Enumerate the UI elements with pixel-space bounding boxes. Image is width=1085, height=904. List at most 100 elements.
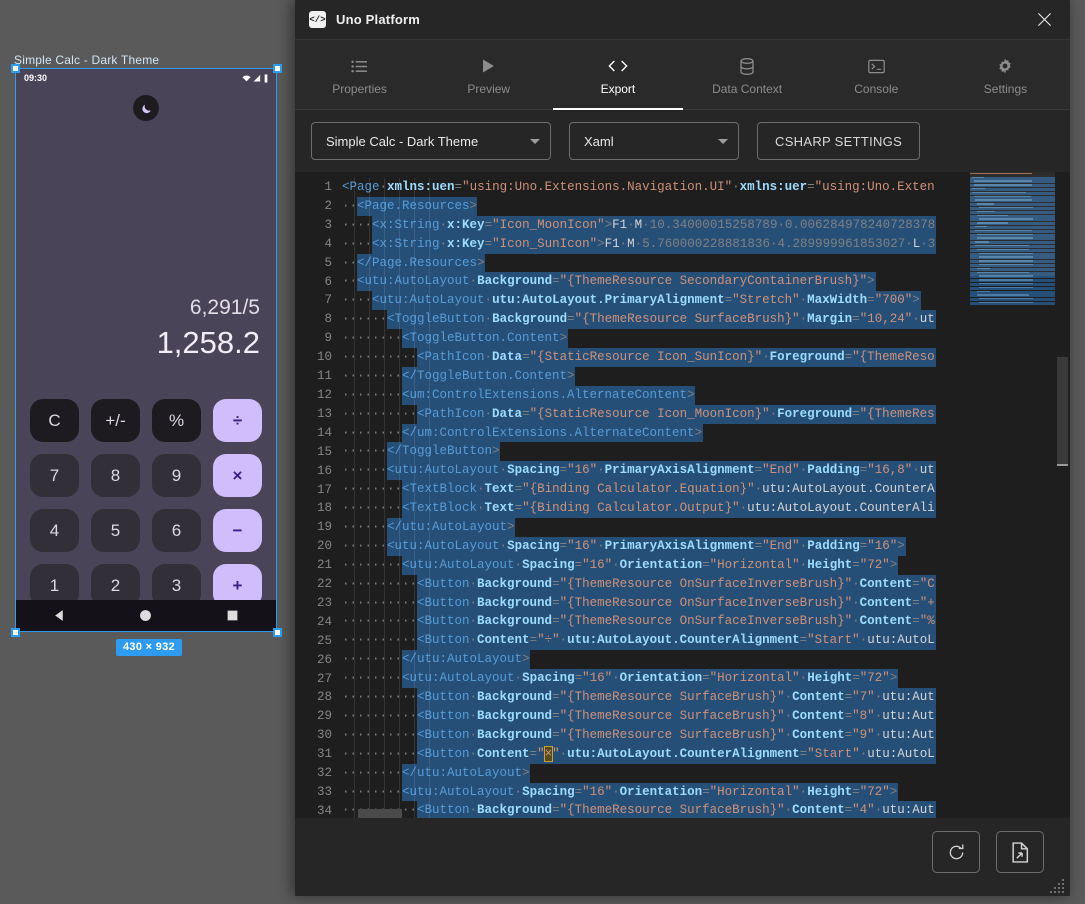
chevron-down-icon	[530, 139, 540, 144]
tab-console[interactable]: Console	[812, 40, 941, 109]
line-number: 14	[295, 424, 342, 443]
language-select[interactable]: Xaml	[569, 122, 739, 160]
scrollbar-thumb-horizontal[interactable]	[358, 809, 402, 818]
code-line[interactable]: ······</utu:AutoLayout>	[342, 518, 1070, 537]
code-line[interactable]: <Page·xmlns:uen="using:Uno.Extensions.Na…	[342, 178, 1070, 197]
key-4[interactable]: 4	[30, 509, 79, 552]
code-line[interactable]: ··········<Button·Background="{ThemeReso…	[342, 707, 1070, 726]
refresh-button[interactable]	[932, 831, 980, 873]
key-8[interactable]: 8	[91, 454, 140, 497]
app-title: Uno Platform	[336, 12, 420, 27]
key-clear[interactable]: C	[30, 399, 79, 442]
calculator-display: 6,291/5 1,258.2	[16, 294, 276, 364]
key-percent[interactable]: %	[152, 399, 201, 442]
code-line[interactable]: ········<utu:AutoLayout·Spacing="16"·Ori…	[342, 783, 1070, 802]
code-line[interactable]: ········</ToggleButton.Content>	[342, 367, 1070, 386]
key-sign[interactable]: +/-	[91, 399, 140, 442]
line-number: 30	[295, 726, 342, 745]
scrollbar-thumb[interactable]	[1057, 357, 1068, 464]
selection-handle-top-right[interactable]	[273, 64, 282, 73]
code-editor[interactable]: 1234567891011121314151617181920212223242…	[295, 172, 1070, 818]
moon-icon	[140, 102, 153, 115]
line-number: 2	[295, 197, 342, 216]
home-icon[interactable]	[139, 609, 152, 622]
code-line[interactable]: ········<utu:AutoLayout·Spacing="16"·Ori…	[342, 556, 1070, 575]
selection-handle-top-left[interactable]	[11, 64, 20, 73]
editor-horizontal-scrollbar[interactable]	[342, 809, 970, 818]
designer-canvas: Simple Calc - Dark Theme 09:30 6,291/5 1…	[0, 0, 295, 904]
key-6[interactable]: 6	[152, 509, 201, 552]
export-file-icon	[1011, 842, 1030, 863]
key-9[interactable]: 9	[152, 454, 201, 497]
battery-icon	[264, 74, 268, 83]
tab-settings[interactable]: Settings	[941, 40, 1070, 109]
code-line[interactable]: ······<utu:AutoLayout·Spacing="16"·Prima…	[342, 461, 1070, 480]
key-minus[interactable]: −	[213, 509, 262, 552]
code-content[interactable]: <Page·xmlns:uen="using:Uno.Extensions.Na…	[342, 172, 1070, 818]
code-line[interactable]: ··········<PathIcon·Data="{StaticResourc…	[342, 405, 1070, 424]
code-line[interactable]: ··<utu:AutoLayout·Background="{ThemeReso…	[342, 272, 1070, 291]
tab-label: Preview	[467, 82, 510, 96]
code-line[interactable]: ··········<PathIcon·Data="{StaticResourc…	[342, 348, 1070, 367]
window-footer	[295, 818, 1070, 896]
calculator-output: 1,258.2	[16, 322, 260, 364]
code-line[interactable]: ··········<Button·Content="÷"·utu:AutoLa…	[342, 631, 1070, 650]
page-select[interactable]: Simple Calc - Dark Theme	[311, 122, 551, 160]
code-line[interactable]: ········</utu:AutoLayout>	[342, 650, 1070, 669]
recents-icon[interactable]	[226, 609, 239, 622]
gear-icon	[997, 57, 1013, 75]
code-line[interactable]: ····<x:String·x:Key="Icon_MoonIcon">F1·M…	[342, 216, 1070, 235]
code-line[interactable]: ··········<Button·Background="{ThemeReso…	[342, 612, 1070, 631]
code-line[interactable]: ··········<Button·Background="{ThemeReso…	[342, 688, 1070, 707]
export-file-button[interactable]	[996, 831, 1044, 873]
calculator-keypad: C +/- % ÷ 7 8 9 × 4 5 6 − 1 2 3 +	[16, 399, 276, 632]
back-icon[interactable]	[53, 609, 66, 622]
code-line[interactable]: ····<utu:AutoLayout·utu:AutoLayout.Prima…	[342, 291, 1070, 310]
close-button[interactable]	[1024, 4, 1064, 36]
tab-preview[interactable]: Preview	[424, 40, 553, 109]
code-line[interactable]: ··</Page.Resources>	[342, 254, 1070, 273]
code-line[interactable]: ··········<Button·Background="{ThemeReso…	[342, 594, 1070, 613]
tab-data-context[interactable]: Data Context	[683, 40, 812, 109]
tab-export[interactable]: Export	[553, 40, 682, 109]
tab-properties[interactable]: Properties	[295, 40, 424, 109]
wifi-icon	[242, 74, 251, 83]
code-line[interactable]: ········</um:ControlExtensions.Alternate…	[342, 424, 1070, 443]
csharp-settings-button[interactable]: CSHARP SETTINGS	[757, 122, 920, 160]
code-line[interactable]: ········</utu:AutoLayout>	[342, 764, 1070, 783]
code-line[interactable]: ··········<Button·Content="×"·utu:AutoLa…	[342, 745, 1070, 764]
line-number: 18	[295, 499, 342, 518]
phone-status-bar: 09:30	[16, 69, 276, 87]
selection-handle-bottom-left[interactable]	[11, 628, 20, 637]
device-preview-frame[interactable]: 09:30 6,291/5 1,258.2 C +/- % ÷	[15, 68, 277, 632]
code-line[interactable]: ··<Page.Resources>	[342, 197, 1070, 216]
code-line[interactable]: ········<TextBlock·Text="{Binding Calcul…	[342, 480, 1070, 499]
signal-icon	[253, 74, 262, 83]
code-line[interactable]: ······</ToggleButton>	[342, 442, 1070, 461]
line-number: 26	[295, 651, 342, 670]
code-line[interactable]: ······<utu:AutoLayout·Spacing="16"·Prima…	[342, 537, 1070, 556]
resize-grip-icon[interactable]	[1050, 877, 1066, 893]
minimap-slider[interactable]	[970, 172, 1055, 276]
size-badge: 430 × 932	[116, 639, 182, 656]
key-divide[interactable]: ÷	[213, 399, 262, 442]
editor-vertical-scrollbar[interactable]	[1055, 172, 1070, 818]
code-line[interactable]: ········<utu:AutoLayout·Spacing="16"·Ori…	[342, 669, 1070, 688]
code-line[interactable]: ··········<Button·Background="{ThemeReso…	[342, 575, 1070, 594]
code-line[interactable]: ··········<Button·Background="{ThemeReso…	[342, 726, 1070, 745]
key-5[interactable]: 5	[91, 509, 140, 552]
line-number: 3	[295, 216, 342, 235]
code-line[interactable]: ········<ToggleButton.Content>	[342, 329, 1070, 348]
selection-handle-bottom-right[interactable]	[273, 628, 282, 637]
theme-toggle-button[interactable]	[133, 95, 159, 121]
code-icon	[608, 57, 628, 75]
key-multiply[interactable]: ×	[213, 454, 262, 497]
status-icons	[242, 74, 268, 83]
code-line[interactable]: ····<x:String·x:Key="Icon_SunIcon">F1·M·…	[342, 235, 1070, 254]
code-line[interactable]: ········<TextBlock·Text="{Binding Calcul…	[342, 499, 1070, 518]
code-line[interactable]: ········<um:ControlExtensions.AlternateC…	[342, 386, 1070, 405]
code-line[interactable]: ······<ToggleButton·Background="{ThemeRe…	[342, 310, 1070, 329]
tab-label: Export	[601, 82, 636, 96]
database-icon	[740, 57, 754, 75]
key-7[interactable]: 7	[30, 454, 79, 497]
